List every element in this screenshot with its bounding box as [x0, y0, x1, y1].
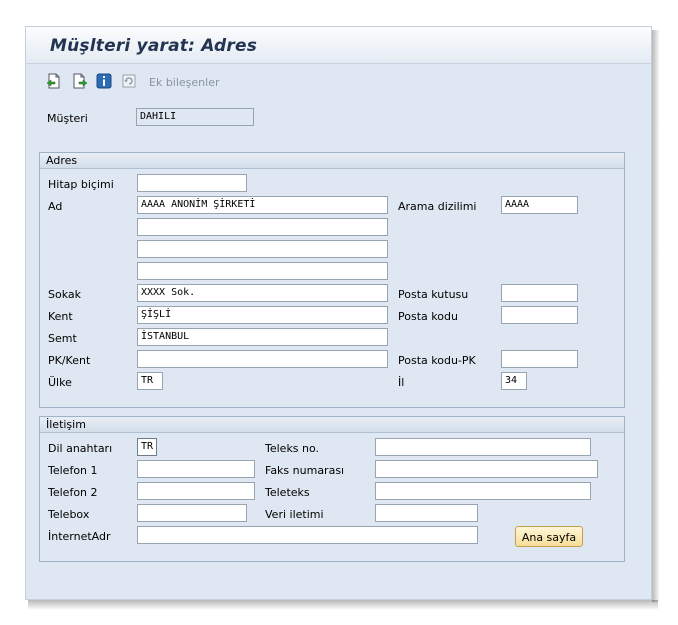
arama-field[interactable]: AAAA — [501, 196, 578, 214]
telebox-field[interactable] — [137, 504, 247, 522]
teleks-field[interactable] — [375, 438, 591, 456]
hitap-label: Hitap biçimi — [48, 178, 114, 191]
telefon2-label: Telefon 2 — [48, 486, 98, 499]
veri-field[interactable] — [375, 504, 478, 522]
ad-field-4[interactable] — [137, 262, 388, 280]
window-shadow-bottom — [28, 600, 658, 610]
pk-kent-field[interactable] — [137, 350, 388, 368]
teleteks-label: Teleteks — [265, 486, 310, 499]
posta-kodu-label: Posta kodu — [398, 310, 458, 323]
customer-label: Müşteri — [47, 112, 88, 125]
dil-field[interactable]: TR — [137, 438, 157, 456]
title-bar: Müşlteri yarat: Adres — [26, 27, 651, 64]
ulke-field[interactable]: TR — [137, 372, 163, 390]
ad-field-2[interactable] — [137, 218, 388, 236]
customer-field: DAHILI — [136, 108, 254, 126]
application-toolbar: Ek bileşenler — [26, 64, 651, 96]
il-field[interactable]: 34 — [501, 372, 527, 390]
arama-label: Arama dizilimi — [398, 200, 477, 213]
posta-kutusu-label: Posta kutusu — [398, 288, 469, 301]
faks-label: Faks numarası — [265, 464, 345, 477]
communication-group-header: İletişim — [40, 417, 624, 433]
window-shadow-right — [652, 30, 660, 602]
semt-field[interactable]: İSTANBUL — [137, 328, 388, 346]
ulke-label: Ülke — [48, 376, 72, 389]
ad-field[interactable]: AAAA ANONİM ŞİRKETİ — [137, 196, 388, 214]
address-group: Adres Hitap biçimi Ad AAAA ANONİM ŞİRKET… — [39, 152, 625, 408]
sap-window: Müşlteri yarat: Adres Ek bileşenler Müşt… — [25, 26, 652, 600]
address-group-title: Adres — [46, 154, 78, 167]
veri-label: Veri iletimi — [265, 508, 324, 521]
refresh-icon[interactable] — [121, 73, 137, 89]
communication-group: İletişim Dil anahtarı TR Teleks no. Tele… — [39, 416, 625, 562]
dil-label: Dil anahtarı — [48, 442, 113, 455]
internet-field[interactable] — [137, 526, 478, 544]
extra-components-button[interactable]: Ek bileşenler — [149, 76, 220, 89]
forward-icon[interactable] — [72, 73, 88, 89]
telefon2-field[interactable] — [137, 482, 255, 500]
posta-kodu-pk-field[interactable] — [501, 350, 578, 368]
kent-field[interactable]: ŞİŞLİ — [137, 306, 388, 324]
address-group-header: Adres — [40, 153, 624, 169]
telebox-label: Telebox — [48, 508, 90, 521]
posta-kutusu-field[interactable] — [501, 284, 578, 302]
page-title: Müşlteri yarat: Adres — [50, 36, 258, 56]
pk-kent-label: PK/Kent — [48, 354, 91, 367]
sokak-label: Sokak — [48, 288, 81, 301]
posta-kodu-field[interactable] — [501, 306, 578, 324]
posta-kodu-pk-label: Posta kodu-PK — [398, 354, 476, 367]
back-icon[interactable] — [46, 73, 62, 89]
sokak-field[interactable]: XXXX Sok. — [137, 284, 388, 302]
home-page-button[interactable]: Ana sayfa — [515, 526, 583, 547]
hitap-field[interactable] — [137, 174, 247, 192]
semt-label: Semt — [48, 332, 77, 345]
kent-label: Kent — [48, 310, 73, 323]
communication-group-title: İletişim — [46, 418, 86, 431]
info-icon[interactable] — [96, 73, 112, 89]
telefon1-field[interactable] — [137, 460, 255, 478]
internet-label: İnternetAdr — [48, 530, 111, 543]
il-label: İl — [398, 376, 405, 389]
teleteks-field[interactable] — [375, 482, 591, 500]
teleks-label: Teleks no. — [265, 442, 320, 455]
telefon1-label: Telefon 1 — [48, 464, 98, 477]
ad-label: Ad — [48, 200, 63, 213]
faks-field[interactable] — [375, 460, 598, 478]
ad-field-3[interactable] — [137, 240, 388, 258]
